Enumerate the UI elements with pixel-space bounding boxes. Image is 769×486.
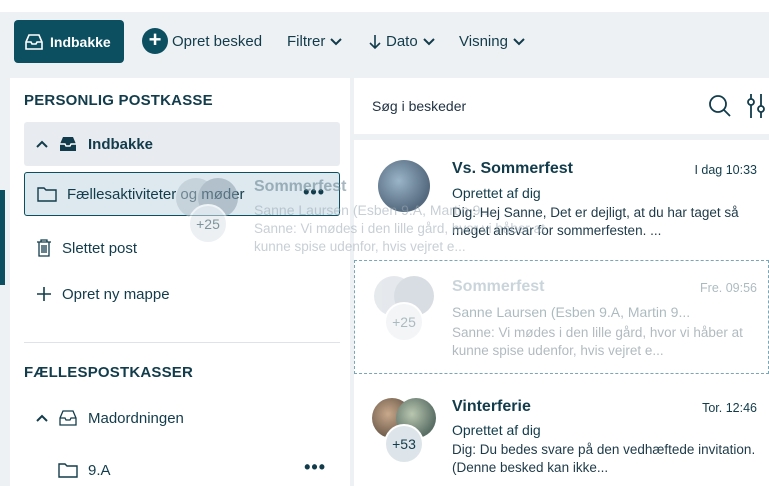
create-folder-button[interactable]: Opret ny mappe xyxy=(24,272,340,316)
new-message-button[interactable]: + Opret besked xyxy=(142,28,263,54)
plus-icon: + xyxy=(142,28,168,54)
inbox-tray-icon xyxy=(60,137,76,151)
list-item[interactable]: +25 Sommerfest Fre. 09:56 Sanne Laursen … xyxy=(354,260,769,378)
sidebar-item-label: Madordningen xyxy=(88,409,184,427)
inbox-tray-icon xyxy=(25,33,43,50)
sidebar-item-label: Indbakke xyxy=(88,135,154,153)
sidebar-item-madordningen[interactable]: Madordningen xyxy=(24,396,340,440)
message-time: Fre. 09:56 xyxy=(700,281,757,295)
search-icon[interactable] xyxy=(708,94,732,118)
chevron-down-icon xyxy=(513,37,525,45)
sidebar: PERSONLIG POSTKASSE Indbakke Fællesaktiv… xyxy=(10,78,350,486)
search-bar: Søg i beskeder xyxy=(354,78,769,134)
message-preview: Sanne: Vi mødes i den lille gård, hvor v… xyxy=(452,325,743,358)
participants-count: +25 xyxy=(384,302,424,342)
participants-count: +53 xyxy=(384,424,424,464)
message-time: Tor. 12:46 xyxy=(702,401,757,415)
folder-icon xyxy=(58,463,78,478)
participants-count: +25 xyxy=(188,204,228,244)
plus-icon xyxy=(37,287,51,301)
sidebar-item-9a[interactable]: 9.A ••• xyxy=(24,448,340,486)
arrow-down-icon xyxy=(369,34,381,49)
chevron-up-icon xyxy=(36,140,48,148)
date-label: Dato xyxy=(386,33,418,50)
trash-icon xyxy=(37,239,51,257)
view-label: Visning xyxy=(459,33,508,50)
view-dropdown[interactable]: Visning xyxy=(459,33,525,50)
toolbar: Indbakke + Opret besked Filtrer Dato Vis… xyxy=(0,12,769,76)
message-preview: Sanne: Vi mødes i den lille gård, hvor v… xyxy=(254,221,545,254)
divider xyxy=(24,342,340,343)
folder-icon xyxy=(37,187,57,202)
sidebar-item-label: 9.A xyxy=(88,461,111,479)
filter-dropdown[interactable]: Filtrer xyxy=(287,33,343,50)
message-title: Vinterferie xyxy=(452,398,531,415)
message-title: Sommerfest xyxy=(254,178,347,195)
chevron-down-icon xyxy=(422,37,435,45)
message-subtitle: Sanne Laursen (Esben 9.A, Martin 9... xyxy=(452,304,691,320)
chevron-up-icon xyxy=(36,414,48,422)
filter-label: Filtrer xyxy=(287,33,326,50)
sidebar-item-label: Slettet post xyxy=(62,239,138,257)
inbox-button[interactable]: Indbakke xyxy=(14,20,124,63)
message-subtitle: Oprettet af dig xyxy=(452,422,541,438)
active-indicator-bar xyxy=(0,190,5,285)
drag-ghost-item: +25 Sommerfest Sanne Laursen (Esben 9.A,… xyxy=(158,158,578,270)
message-time: I dag 10:33 xyxy=(694,163,757,177)
list-item[interactable]: +53 Vinterferie Tor. 12:46 Oprettet af d… xyxy=(354,380,769,486)
more-options-icon[interactable]: ••• xyxy=(304,457,326,478)
message-preview: Dig: Du bedes svare på den vedhæftede in… xyxy=(452,442,756,475)
search-input[interactable]: Søg i beskeder xyxy=(372,98,466,114)
message-subtitle: Sanne Laursen (Esben 9.A, Martin 9... xyxy=(254,202,493,218)
chevron-down-icon xyxy=(330,37,343,45)
new-message-label: Opret besked xyxy=(172,33,263,50)
date-sort-dropdown[interactable]: Dato xyxy=(369,33,435,50)
inbox-tray-icon xyxy=(59,410,77,426)
top-strip xyxy=(0,0,769,12)
message-title: Sommerfest xyxy=(452,278,545,295)
shared-mailboxes-title: FÆLLESPOSTKASSER xyxy=(24,364,194,381)
avatar: +25 xyxy=(370,276,436,342)
avatar: +25 xyxy=(174,178,240,244)
personal-mailbox-title: PERSONLIG POSTKASSE xyxy=(24,92,213,109)
inbox-button-label: Indbakke xyxy=(50,33,111,50)
sidebar-item-label: Opret ny mappe xyxy=(62,285,170,303)
avatar: +53 xyxy=(370,398,436,464)
settings-sliders-icon[interactable] xyxy=(746,93,766,119)
